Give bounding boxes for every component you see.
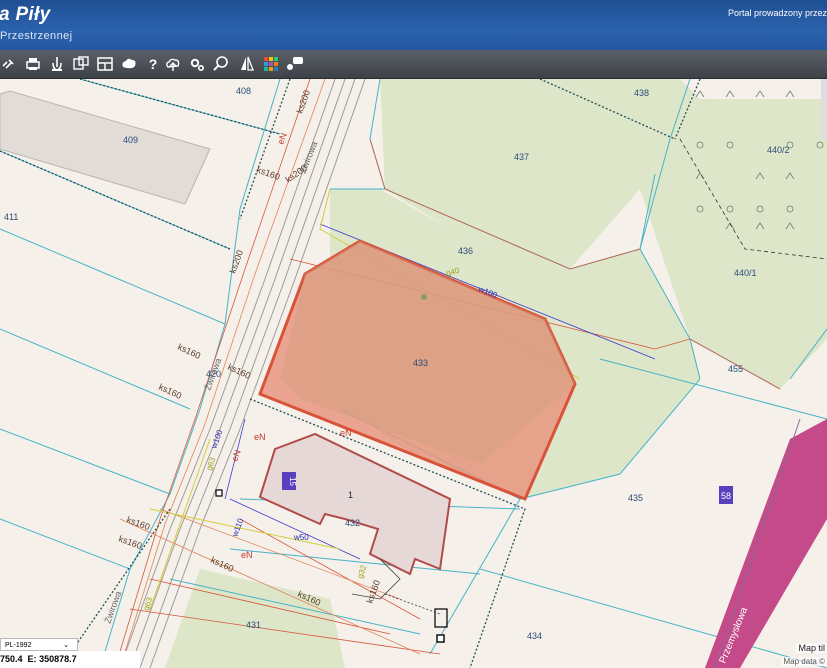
map-scrollbar[interactable] xyxy=(821,79,827,139)
pan-icon[interactable] xyxy=(48,55,66,73)
coord-x: 750.4 xyxy=(0,654,23,664)
parcel-label: 435 xyxy=(628,493,643,503)
layout-icon[interactable] xyxy=(96,55,114,73)
parcel-label: 440/1 xyxy=(734,268,757,278)
parcel-label: 438 xyxy=(634,88,649,98)
app-subtitle: Przestrzennej xyxy=(0,30,73,42)
portal-provider-text: Portal prowadzony przez xyxy=(727,8,827,18)
layers-color-icon[interactable] xyxy=(262,55,280,73)
parcel-label: 440/2 xyxy=(767,145,790,155)
app-header: a Piły Przestrzennej Portal prowadzony p… xyxy=(0,0,827,50)
parcel-label: 434 xyxy=(527,631,542,641)
map-svg[interactable]: 408 409 411 420 431 432 433 434 435 436 … xyxy=(0,79,827,668)
parcel-label: 432 xyxy=(345,518,360,528)
coord-y-label: E: xyxy=(27,654,37,664)
print-icon[interactable] xyxy=(24,55,42,73)
help-icon[interactable]: ? xyxy=(144,55,162,73)
parcel-label: 409 xyxy=(123,135,138,145)
parcel-label: 408 xyxy=(236,86,251,96)
map-canvas[interactable]: 408 409 411 420 431 432 433 434 435 436 … xyxy=(0,79,827,668)
map-attribution-tiles[interactable]: Map til xyxy=(796,643,827,653)
utility-label: eN xyxy=(241,550,253,560)
road-badge-label: 58 xyxy=(721,491,731,501)
parcel-label: 455 xyxy=(728,364,743,374)
coord-y: 350878.7 xyxy=(39,654,77,664)
map-attribution-data[interactable]: Map data © xyxy=(781,657,827,666)
building-badge-label: 15 xyxy=(288,477,297,486)
parcel-point-marker xyxy=(421,294,427,300)
settings-icon[interactable] xyxy=(188,55,206,73)
comment-icon[interactable] xyxy=(286,55,304,73)
parcel-label: 431 xyxy=(246,620,261,630)
crs-select[interactable]: PL-1992 ⌄ xyxy=(0,638,78,651)
parcel-label: 436 xyxy=(458,246,473,256)
utility-label: eN xyxy=(340,428,352,438)
link-icon[interactable] xyxy=(0,55,18,73)
building-label: 1 xyxy=(348,490,353,500)
parcel-label: 411 xyxy=(4,212,18,222)
parcel-label: 437 xyxy=(514,152,529,162)
crs-value: PL-1992 xyxy=(5,642,32,649)
measure-icon[interactable] xyxy=(238,55,256,73)
utility-label: w50 xyxy=(293,533,309,542)
utility-label: eN xyxy=(254,432,266,442)
export-icon[interactable] xyxy=(72,55,90,73)
cloud-shape-icon[interactable] xyxy=(120,55,138,73)
upload-icon[interactable] xyxy=(164,55,182,73)
zoom-search-icon[interactable] xyxy=(212,55,230,73)
parcel-label: 433 xyxy=(413,358,428,368)
coordinate-readout: 750.4 E: 350878.7 xyxy=(0,651,140,668)
app-title: a Piły xyxy=(0,4,51,25)
map-toolbar: ? xyxy=(0,50,827,79)
